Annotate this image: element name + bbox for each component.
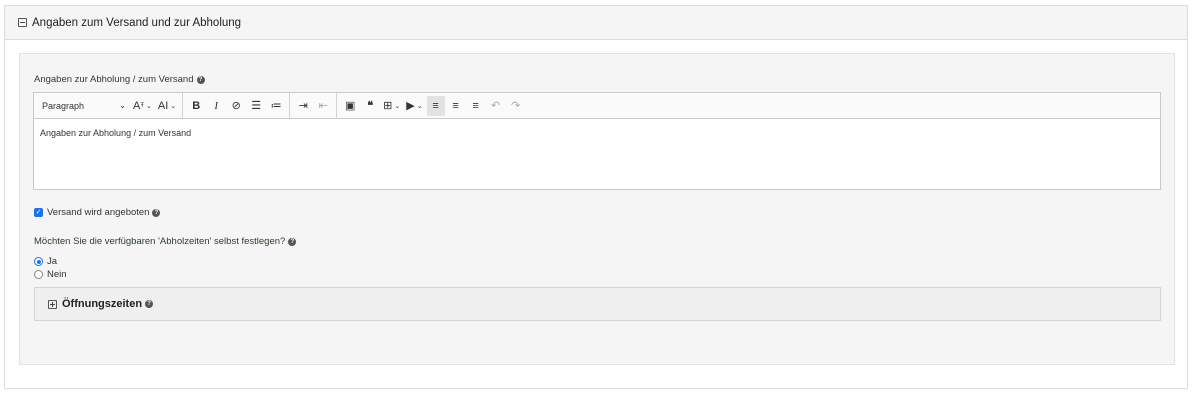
align-left-icon[interactable]: ≡ [426,95,445,116]
editor-label-text: Angaben zur Abholung / zum Versand [34,74,194,85]
opening-hours-panel[interactable]: Öffnungszeiten ? [34,287,1161,321]
radio-option-ja[interactable]: Ja [34,255,67,268]
bulleted-list-icon[interactable]: ☰ [247,96,265,116]
collapse-icon[interactable] [18,18,27,27]
align-right-icon[interactable]: ≡ [447,96,465,116]
shipping-panel: Angaben zum Versand und zur Abholung Ang… [4,5,1188,389]
toolbar-divider [182,92,184,119]
editor-label: Angaben zur Abholung / zum Versand ? [34,74,205,85]
help-icon[interactable]: ? [196,75,205,84]
indent-icon[interactable]: ⇥ [294,96,312,116]
help-icon[interactable]: ? [288,237,297,246]
editor-content[interactable]: Angaben zur Abholung / zum Versand [34,119,1160,147]
media-icon[interactable]: ▶ ⌄ [404,96,424,116]
italic-icon[interactable]: I [207,96,225,116]
shipping-checkbox[interactable]: ✓ [34,208,43,217]
align-center-icon[interactable]: ≡ [467,96,485,116]
panel-header[interactable]: Angaben zum Versand und zur Abholung [5,6,1187,40]
panel-body: Angaben zur Abholung / zum Versand ? Par… [19,53,1175,365]
chevron-down-icon: ⌄ [119,101,126,110]
link-icon[interactable]: ⊘ [227,96,245,116]
shipping-checkbox-row[interactable]: ✓ Versand wird angeboten ? [34,207,161,218]
redo-icon[interactable]: ↷ [507,96,525,116]
numbered-list-icon[interactable]: ≔ [267,96,285,116]
pickup-question-label: Möchten Sie die verfügbaren 'Abholzeiten… [34,236,297,247]
toolbar-divider [336,92,338,119]
opening-hours-title: Öffnungszeiten ? [62,298,154,310]
bold-icon[interactable]: B [187,96,205,116]
opening-hours-title-text: Öffnungszeiten [62,298,143,310]
shipping-checkbox-label: Versand wird angeboten [47,207,150,218]
outdent-icon[interactable]: ⇤ [314,96,332,116]
radio-ja-label: Ja [47,256,58,267]
quote-icon[interactable]: ❝ [361,96,379,116]
panel-title: Angaben zum Versand und zur Abholung [32,16,242,29]
paragraph-format-value: Paragraph [42,100,85,111]
expand-icon[interactable] [48,299,57,309]
table-icon[interactable]: ⊞ ⌄ [381,96,402,116]
undo-icon[interactable]: ↶ [487,96,505,116]
rich-text-editor[interactable]: Paragraph ⌄ A Ŧ ⌄ AI ⌄ B I ⊘ ☰ ≔ ⇥ ⇤ ▣ ❝ ⊞ ⌄… [33,92,1161,190]
font-style-icon[interactable]: AI ⌄ [156,96,178,116]
editor-toolbar: Paragraph ⌄ A Ŧ ⌄ AI ⌄ B I ⊘ ☰ ≔ ⇥ ⇤ ▣ ❝ ⊞ ⌄… [34,92,1160,119]
radio-option-nein[interactable]: Nein [34,268,67,281]
radio-nein-label: Nein [47,269,67,280]
radio-nein[interactable] [34,270,43,279]
toolbar-divider [289,92,291,119]
radio-ja[interactable] [34,257,43,266]
pickup-radio-group: Ja Nein [34,255,67,281]
pickup-question-text: Möchten Sie die verfügbaren 'Abholzeiten… [34,236,286,247]
help-icon[interactable]: ? [145,300,154,308]
paragraph-format-select[interactable]: Paragraph ⌄ [38,101,130,111]
font-size-icon[interactable]: A Ŧ ⌄ [131,96,154,116]
help-icon[interactable]: ? [152,208,161,217]
image-icon[interactable]: ▣ [341,96,359,116]
